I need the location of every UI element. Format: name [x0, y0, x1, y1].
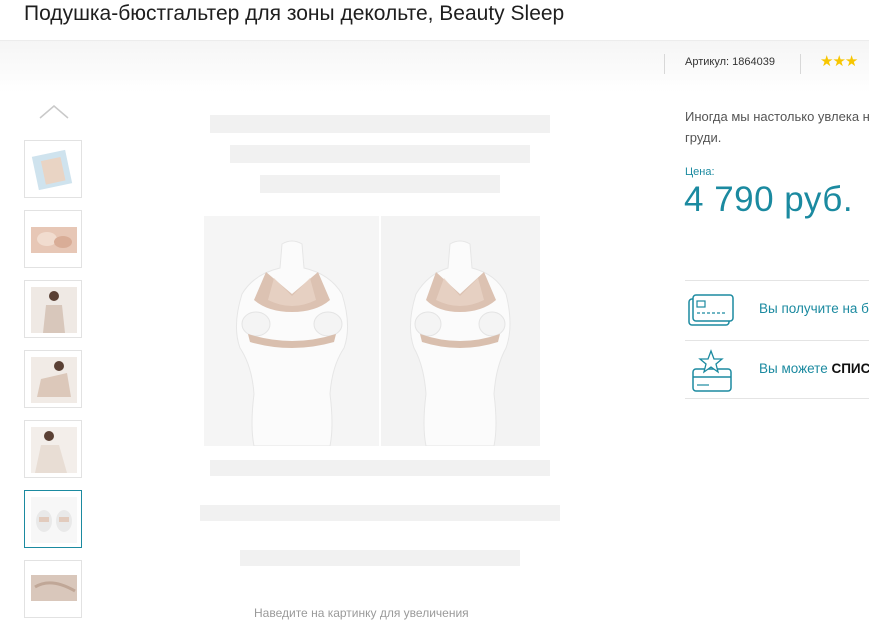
divider — [800, 54, 801, 74]
thumb-lifestyle-1[interactable] — [24, 210, 82, 268]
thumb-package[interactable] — [24, 140, 82, 198]
divider — [664, 54, 665, 74]
product-title: Подушка-бюстгальтер для зоны декольте, B… — [24, 2, 565, 25]
benefit-spend[interactable]: Вы можете СПИС — [685, 340, 869, 397]
main-product-image[interactable] — [204, 216, 540, 447]
price-value: 4 790 руб. — [684, 180, 854, 219]
divider — [685, 398, 869, 399]
price-label: Цена: — [685, 166, 715, 178]
product-description: Иногда мы настолько увлека на груди. — [685, 109, 869, 145]
thumb-model-1[interactable] — [24, 280, 82, 338]
thumb-model-2[interactable] — [24, 350, 82, 408]
benefit-text: Вы получите на б — [759, 301, 869, 316]
rating-stars[interactable]: ★★★ — [820, 52, 858, 70]
card-icon — [687, 291, 735, 331]
benefit-text-prefix: Вы можете — [759, 361, 832, 376]
thumb-detail[interactable] — [24, 560, 82, 618]
benefit-text: Вы можете СПИС — [759, 361, 869, 376]
benefit-bonus[interactable]: Вы получите на б — [685, 280, 869, 337]
thumb-model-3[interactable] — [24, 420, 82, 478]
star-card-icon — [687, 347, 735, 392]
article-number: Артикул: 1864039 — [685, 56, 775, 68]
thumbs-up-arrow-icon[interactable] — [36, 100, 72, 124]
image-ghost-bottom — [200, 455, 560, 585]
image-ghost-top — [200, 105, 560, 215]
thumb-mannequins[interactable] — [24, 490, 82, 548]
benefit-text-bold: СПИС — [831, 361, 869, 376]
zoom-hint: Наведите на картинку для увеличения — [254, 606, 469, 620]
